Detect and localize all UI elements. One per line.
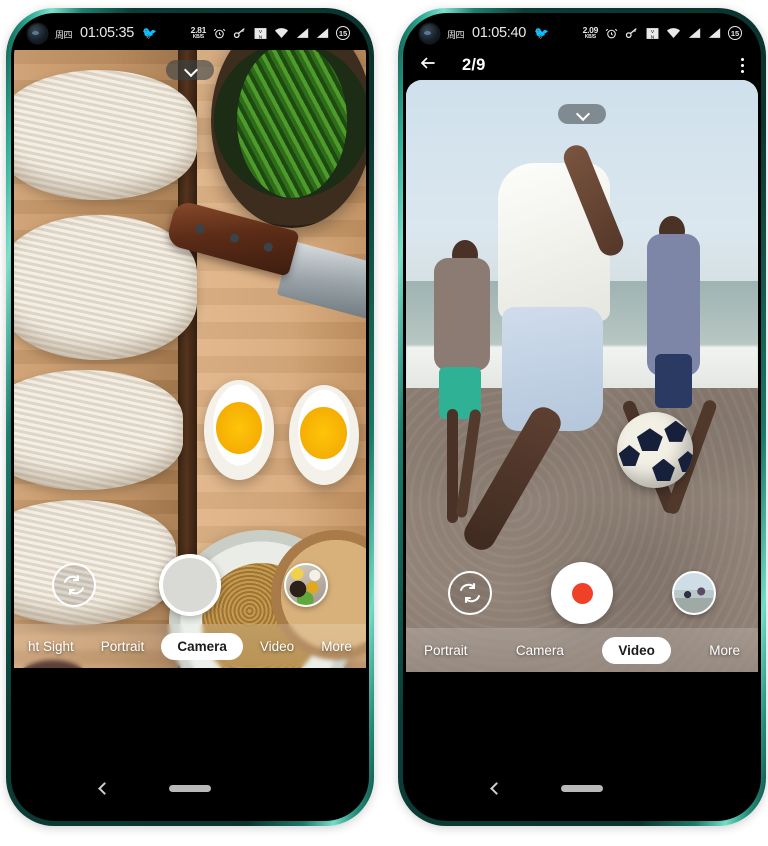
status-clock: 01:05:35 bbox=[80, 25, 135, 41]
page-title: 2/9 bbox=[462, 55, 486, 74]
shutter-button[interactable] bbox=[159, 554, 221, 616]
signal-2-icon bbox=[316, 27, 329, 39]
front-camera-punchhole-icon bbox=[420, 23, 439, 43]
status-bar-right: 2.09 KB/S V N 15 bbox=[583, 26, 742, 40]
back-chevron-icon bbox=[98, 781, 111, 795]
nav-home-pill[interactable] bbox=[561, 784, 603, 792]
kebab-menu-icon bbox=[741, 57, 744, 61]
bird-icon: 🐦 bbox=[534, 26, 550, 40]
phone-bezel: 周四 01:05:40 🐦 2.09 KB/S V N 15 2/9 Portr… bbox=[403, 13, 761, 821]
flip-camera-icon bbox=[64, 575, 84, 595]
two-phone-comparison: 周四 01:05:35 🐦 2.81 KB/S V N 15 ht Sight … bbox=[0, 0, 768, 846]
mode-portrait[interactable]: Portrait bbox=[414, 637, 478, 664]
network-speed-unit: KB/S bbox=[584, 33, 596, 40]
camera-viewfinder[interactable]: Portrait Camera Video More bbox=[406, 80, 758, 672]
battery-indicator: 15 bbox=[728, 26, 742, 40]
mode-more[interactable]: More bbox=[311, 633, 362, 660]
camera-viewfinder[interactable]: ht Sight Portrait Camera Video More bbox=[14, 50, 366, 668]
soccer-ball bbox=[617, 411, 694, 488]
chevron-down-icon bbox=[185, 65, 196, 76]
phone-camera-video: 周四 01:05:40 🐦 2.09 KB/S V N 15 2/9 Portr… bbox=[398, 8, 766, 826]
expand-settings-button[interactable] bbox=[166, 60, 214, 80]
key-icon bbox=[233, 27, 247, 40]
flip-camera-button[interactable] bbox=[448, 571, 492, 615]
camera-controls-row bbox=[14, 554, 366, 616]
record-button[interactable] bbox=[551, 562, 613, 624]
status-day-label: 周四 bbox=[55, 29, 73, 40]
nav-home-pill[interactable] bbox=[169, 784, 211, 792]
network-speed-indicator: 2.81 KB/S bbox=[191, 26, 207, 40]
mode-portrait[interactable]: Portrait bbox=[91, 633, 155, 660]
vpn-icon: V N bbox=[646, 27, 659, 40]
player-left bbox=[434, 257, 491, 523]
camera-controls-row bbox=[406, 562, 758, 624]
overflow-menu-button[interactable] bbox=[741, 57, 744, 73]
phone-screen: 周四 01:05:35 🐦 2.81 KB/S V N 15 ht Sight … bbox=[14, 16, 366, 818]
system-nav-bar bbox=[406, 758, 758, 818]
camera-mode-bar: Portrait Camera Video More bbox=[406, 628, 758, 672]
chevron-down-icon bbox=[577, 109, 588, 120]
app-header: 2/9 bbox=[406, 50, 758, 80]
network-speed-indicator: 2.09 KB/S bbox=[583, 26, 599, 40]
signal-1-icon bbox=[688, 27, 701, 39]
record-dot-icon bbox=[571, 582, 593, 604]
camera-mode-bar: ht Sight Portrait Camera Video More bbox=[14, 624, 366, 668]
player-main-kicking bbox=[458, 141, 627, 555]
mode-video[interactable]: Video bbox=[602, 636, 671, 664]
status-clock: 01:05:40 bbox=[472, 25, 527, 41]
front-camera-punchhole-icon bbox=[28, 23, 47, 43]
nav-back-button[interactable] bbox=[98, 781, 111, 795]
expand-settings-button[interactable] bbox=[558, 104, 606, 124]
phone-bezel: 周四 01:05:35 🐦 2.81 KB/S V N 15 ht Sight … bbox=[11, 13, 369, 821]
alarm-icon bbox=[605, 27, 618, 40]
noodle-bundle bbox=[14, 70, 198, 200]
gallery-thumbnail-button[interactable] bbox=[672, 571, 716, 615]
signal-1-icon bbox=[296, 27, 309, 39]
back-chevron-icon bbox=[490, 781, 503, 795]
svg-text:N: N bbox=[259, 34, 263, 40]
boiled-egg bbox=[288, 385, 359, 485]
bird-icon: 🐦 bbox=[142, 26, 158, 40]
key-icon bbox=[625, 27, 639, 40]
back-button[interactable] bbox=[418, 54, 438, 77]
alarm-icon bbox=[213, 27, 226, 40]
phone-screen: 周四 01:05:40 🐦 2.09 KB/S V N 15 2/9 Portr… bbox=[406, 16, 758, 818]
mode-video[interactable]: Video bbox=[250, 633, 304, 660]
vpn-icon: V N bbox=[254, 27, 267, 40]
svg-text:N: N bbox=[651, 34, 655, 40]
status-day-label: 周四 bbox=[447, 29, 465, 40]
mode-camera[interactable]: Camera bbox=[506, 637, 574, 664]
nav-back-button[interactable] bbox=[490, 781, 503, 795]
status-bar: 周四 01:05:35 🐦 2.81 KB/S V N 15 bbox=[14, 16, 366, 50]
system-nav-bar bbox=[14, 758, 366, 818]
status-bar: 周四 01:05:40 🐦 2.09 KB/S V N 15 bbox=[406, 16, 758, 50]
status-bar-left: 周四 01:05:40 🐦 bbox=[420, 23, 550, 43]
battery-indicator: 15 bbox=[336, 26, 350, 40]
status-bar-left: 周四 01:05:35 🐦 bbox=[28, 23, 158, 43]
flip-camera-icon bbox=[460, 583, 480, 603]
gallery-thumbnail-button[interactable] bbox=[284, 563, 328, 607]
status-bar-right: 2.81 KB/S V N 15 bbox=[191, 26, 350, 40]
mode-more[interactable]: More bbox=[699, 637, 750, 664]
signal-2-icon bbox=[708, 27, 721, 39]
wifi-icon bbox=[274, 27, 289, 39]
mode-night-sight[interactable]: ht Sight bbox=[18, 633, 84, 660]
noodle-bundle bbox=[14, 370, 183, 490]
flip-camera-button[interactable] bbox=[52, 563, 96, 607]
phone-camera-photo: 周四 01:05:35 🐦 2.81 KB/S V N 15 ht Sight … bbox=[6, 8, 374, 826]
mode-camera[interactable]: Camera bbox=[161, 632, 243, 660]
arrow-left-icon bbox=[421, 57, 435, 68]
sauteed-greens bbox=[237, 50, 348, 198]
wifi-icon bbox=[666, 27, 681, 39]
boiled-egg bbox=[204, 380, 275, 480]
network-speed-unit: KB/S bbox=[192, 33, 204, 40]
